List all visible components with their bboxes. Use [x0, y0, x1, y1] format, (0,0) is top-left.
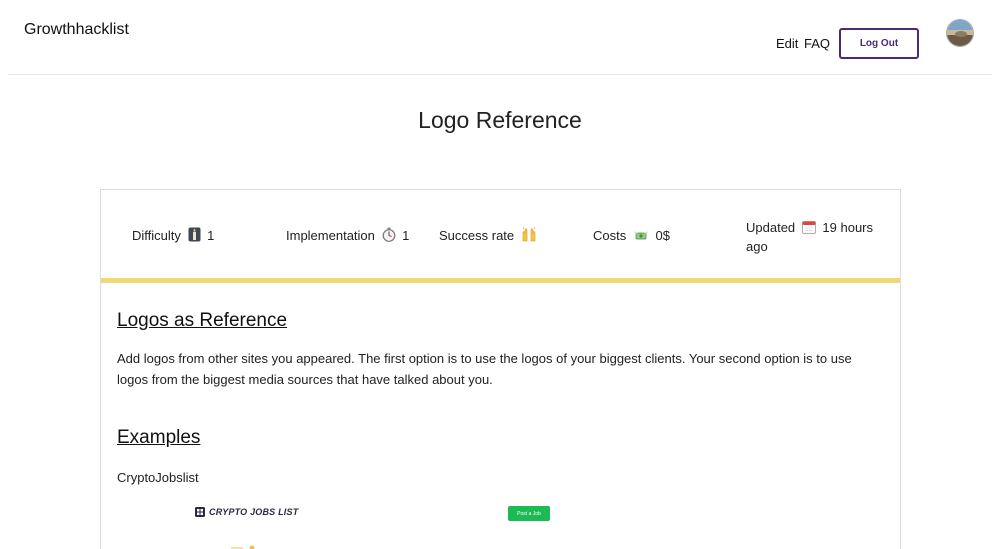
- stat-success-rate: Success rate: [439, 227, 540, 246]
- difficulty-label: Difficulty: [132, 228, 181, 243]
- brand-logo-text[interactable]: Growthhacklist: [24, 21, 129, 39]
- crypto-jobs-logo-icon: [195, 507, 205, 517]
- example-post-job-button: Post a Job: [508, 506, 550, 521]
- stat-costs: Costs 0$: [593, 227, 670, 246]
- logout-button[interactable]: Log Out: [839, 28, 919, 59]
- content-card: Difficulty 1 Implementation 1 Success ra…: [100, 189, 901, 549]
- user-avatar[interactable]: [946, 19, 974, 47]
- header-divider: [8, 74, 992, 75]
- stat-implementation: Implementation 1: [286, 227, 409, 246]
- updated-label: Updated: [746, 220, 796, 235]
- example-screenshot-logo: CRYPTO JOBS LIST: [195, 507, 298, 517]
- costs-label: Costs: [593, 228, 627, 243]
- calendar-icon: [801, 220, 816, 238]
- example-name: CryptoJobslist: [117, 470, 199, 485]
- section-description: Add logos from other sites you appeared.…: [117, 351, 852, 387]
- section-title-logos: Logos as Reference: [117, 310, 288, 331]
- example-image-fragment: [231, 545, 255, 549]
- stopwatch-icon: [382, 227, 396, 246]
- candle-icon: [188, 227, 201, 246]
- success-label: Success rate: [439, 228, 515, 243]
- avatar-photo-icon: [947, 20, 973, 46]
- money-with-wings-icon: [633, 229, 649, 246]
- difficulty-value: 1: [207, 228, 215, 243]
- raised-hands-icon: [521, 227, 537, 246]
- accent-bar: [101, 278, 900, 283]
- stat-updated: Updated 19 hours ago: [746, 219, 886, 255]
- implementation-label: Implementation: [286, 228, 375, 243]
- section-title-examples: Examples: [117, 427, 201, 448]
- costs-value: 0$: [655, 228, 670, 243]
- example-logo-text: CRYPTO JOBS LIST: [209, 507, 299, 517]
- stat-difficulty: Difficulty 1: [132, 227, 214, 246]
- page-title: Logo Reference: [418, 107, 582, 133]
- nav-faq-link[interactable]: FAQ: [804, 36, 830, 51]
- stats-bar: Difficulty 1 Implementation 1 Success ra…: [101, 190, 900, 278]
- implementation-value: 1: [402, 228, 410, 243]
- nav-edit-link[interactable]: Edit: [776, 36, 798, 51]
